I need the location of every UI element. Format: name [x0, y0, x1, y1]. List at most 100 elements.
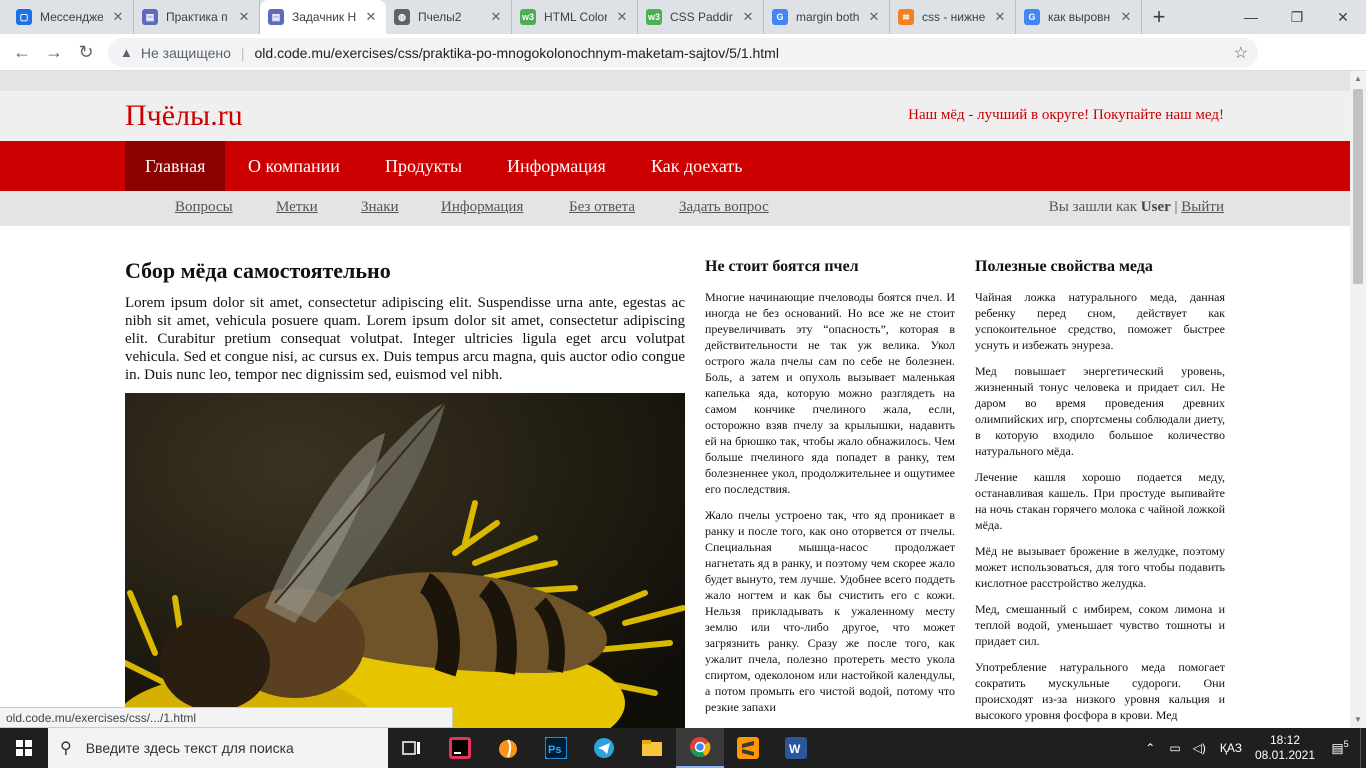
task-view-icon[interactable] — [388, 728, 436, 768]
telegram-icon[interactable] — [580, 728, 628, 768]
volume-icon[interactable]: ◁) — [1187, 741, 1212, 755]
scrollbar-thumb[interactable] — [1353, 89, 1363, 284]
page-scrollbar[interactable]: ▲ ▼ — [1350, 71, 1366, 728]
minimize-icon[interactable]: — — [1228, 0, 1274, 34]
tab-close-icon[interactable]: ✕ — [993, 9, 1007, 25]
sublime-text-icon[interactable] — [724, 728, 772, 768]
tab-title: Мессендже — [40, 10, 103, 24]
notification-count: 5 — [1343, 739, 1349, 750]
tab-close-icon[interactable]: ✕ — [364, 9, 378, 25]
main-nav-item-home[interactable]: Главная — [125, 141, 226, 191]
tab-close-icon[interactable]: ✕ — [867, 9, 881, 25]
tab-favicon-icon: G — [1024, 9, 1040, 25]
word-icon[interactable]: W — [772, 728, 820, 768]
tab-favicon-icon: G — [772, 9, 788, 25]
browser-tab[interactable]: Gmargin both ✕ — [764, 0, 890, 34]
tab-close-icon[interactable]: ✕ — [237, 9, 251, 25]
tray-chevron-icon[interactable]: ⌃ — [1137, 741, 1163, 755]
tab-close-icon[interactable]: ✕ — [489, 9, 503, 25]
bee-illustration — [125, 393, 685, 728]
browser-tab[interactable]: ▢ Мессендже ✕ — [8, 0, 134, 34]
browser-tab[interactable]: Gкак выровн ✕ — [1016, 0, 1142, 34]
browser-tab[interactable]: ◍ Пчелы2 ✕ — [386, 0, 512, 34]
browser-tab[interactable]: ▤ Практика п ✕ — [134, 0, 260, 34]
tab-title: HTML Color — [544, 10, 607, 24]
scroll-up-icon[interactable]: ▲ — [1350, 71, 1366, 87]
browser-tab[interactable]: ≋ css - нижне ✕ — [890, 0, 1016, 34]
sidebar-bees-paragraph: Многие начинающие пчеловоды боятся пчел.… — [705, 290, 955, 496]
back-icon[interactable]: ← — [6, 36, 38, 68]
language-indicator[interactable]: ҚАЗ — [1212, 741, 1250, 755]
url-input[interactable]: ▲ Не защищено | old.code.mu/exercises/cs… — [108, 38, 1258, 67]
tab-close-icon[interactable]: ✕ — [111, 9, 125, 25]
file-explorer-icon[interactable] — [628, 728, 676, 768]
tab-title: css - нижне — [922, 10, 985, 24]
bee-photo — [125, 393, 685, 728]
sidebar-bees: Не стоит боятся пчел Многие начинающие п… — [705, 258, 955, 725]
photoshop-icon[interactable]: Ps — [532, 728, 580, 768]
chrome-icon[interactable] — [676, 728, 724, 768]
search-icon: ⚲ — [60, 740, 72, 757]
tab-close-icon[interactable]: ✕ — [1119, 9, 1133, 25]
network-icon[interactable]: ▭ — [1163, 741, 1186, 755]
tab-favicon-icon: ▢ — [16, 9, 32, 25]
show-desktop-strip[interactable] — [1360, 728, 1366, 768]
maximize-icon[interactable]: ❐ — [1274, 0, 1320, 34]
main-nav-item-directions[interactable]: Как доехать — [631, 141, 763, 191]
taskbar: ⚲ Введите здесь текст для поиска Ps W ⌃ … — [0, 728, 1366, 768]
search-placeholder: Введите здесь текст для поиска — [85, 740, 294, 756]
browser-tab[interactable]: w3 CSS Padding ✕ — [638, 0, 764, 34]
browser-tab[interactable]: w3 HTML Color ✕ — [512, 0, 638, 34]
main-nav: Главная О компании Продукты Информация К… — [0, 141, 1350, 191]
browser-tab[interactable]: ▤ Задачник H ✕ — [260, 0, 386, 34]
sidebar-bees-title: Не стоит боятся пчел — [705, 258, 859, 275]
tab-close-icon[interactable]: ✕ — [741, 9, 755, 25]
user-prefix: Вы зашли как — [1048, 199, 1138, 215]
main-nav-item-products[interactable]: Продукты — [365, 141, 482, 191]
sub-nav-item-questions[interactable]: Вопросы — [175, 199, 233, 216]
warning-icon[interactable]: ▲ — [120, 45, 133, 60]
omnibox-separator: | — [240, 44, 245, 61]
new-tab-button[interactable]: + — [1142, 0, 1176, 34]
tab-title: Пчелы2 — [418, 10, 462, 24]
sidebar-honey-paragraph: Мед повышает энергетический уровень, жиз… — [975, 364, 1225, 458]
taskbar-search-input[interactable]: ⚲ Введите здесь текст для поиска — [48, 728, 388, 768]
user-box: Вы зашли как User | Выйти — [1049, 199, 1224, 216]
site-logo[interactable]: Пчёлы.ru — [125, 99, 243, 133]
svg-text:W: W — [789, 742, 801, 756]
sub-nav-item-ask[interactable]: Задать вопрос — [679, 199, 769, 216]
close-window-icon[interactable]: ✕ — [1320, 0, 1366, 34]
sidebar-honey-paragraph: Мёд не вызывает брожение в желудке, поэт… — [975, 544, 1225, 590]
tab-title: Практика п — [166, 10, 228, 24]
sidebar-honey-title: Полезные свойства меда — [975, 258, 1153, 275]
reload-icon[interactable]: ↻ — [70, 36, 102, 68]
fl-studio-icon[interactable] — [484, 728, 532, 768]
content-area: Сбор мёда самостоятельно Lorem ipsum dol… — [0, 226, 1350, 728]
url-text[interactable]: old.code.mu/exercises/css/praktika-po-mn… — [255, 45, 779, 61]
article-body: Lorem ipsum dolor sit amet, consectetur … — [125, 295, 685, 383]
logout-link[interactable]: Выйти — [1181, 199, 1224, 215]
security-label[interactable]: Не защищено — [141, 45, 231, 61]
forward-icon[interactable]: → — [38, 36, 70, 68]
svg-text:Ps: Ps — [548, 744, 561, 756]
main-nav-item-info[interactable]: Информация — [487, 141, 626, 191]
scroll-down-icon[interactable]: ▼ — [1350, 712, 1366, 728]
tab-list: ▢ Мессендже ✕ ▤ Практика п ✕ ▤ Задачник H ✕ ◍ Пчел… — [0, 0, 1142, 34]
clock[interactable]: 18:12 08.01.2021 — [1250, 733, 1320, 763]
sub-nav-item-info[interactable]: Информация — [441, 199, 523, 216]
sub-nav-item-badges[interactable]: Знаки — [361, 199, 399, 216]
sub-nav-item-tags[interactable]: Метки — [276, 199, 318, 216]
notification-center-icon[interactable]: ▤5 — [1320, 739, 1360, 756]
windows-start-icon[interactable] — [0, 728, 48, 768]
tab-favicon-icon: ▤ — [268, 9, 284, 25]
web-page: Пчёлы.ru Наш мёд - лучший в округе! Поку… — [0, 71, 1350, 728]
user-divider: | — [1174, 199, 1178, 215]
sub-nav-item-unanswered[interactable]: Без ответа — [569, 199, 635, 216]
main-nav-item-about[interactable]: О компании — [228, 141, 360, 191]
user-name: User — [1140, 199, 1171, 215]
bookmark-star-icon[interactable]: ☆ — [1234, 43, 1248, 63]
intellij-icon[interactable] — [436, 728, 484, 768]
sidebar-honey-paragraph: Мед, смешанный с имбирем, соком лимона и… — [975, 602, 1225, 648]
tab-close-icon[interactable]: ✕ — [615, 9, 629, 25]
tab-favicon-icon: w3 — [520, 9, 536, 25]
